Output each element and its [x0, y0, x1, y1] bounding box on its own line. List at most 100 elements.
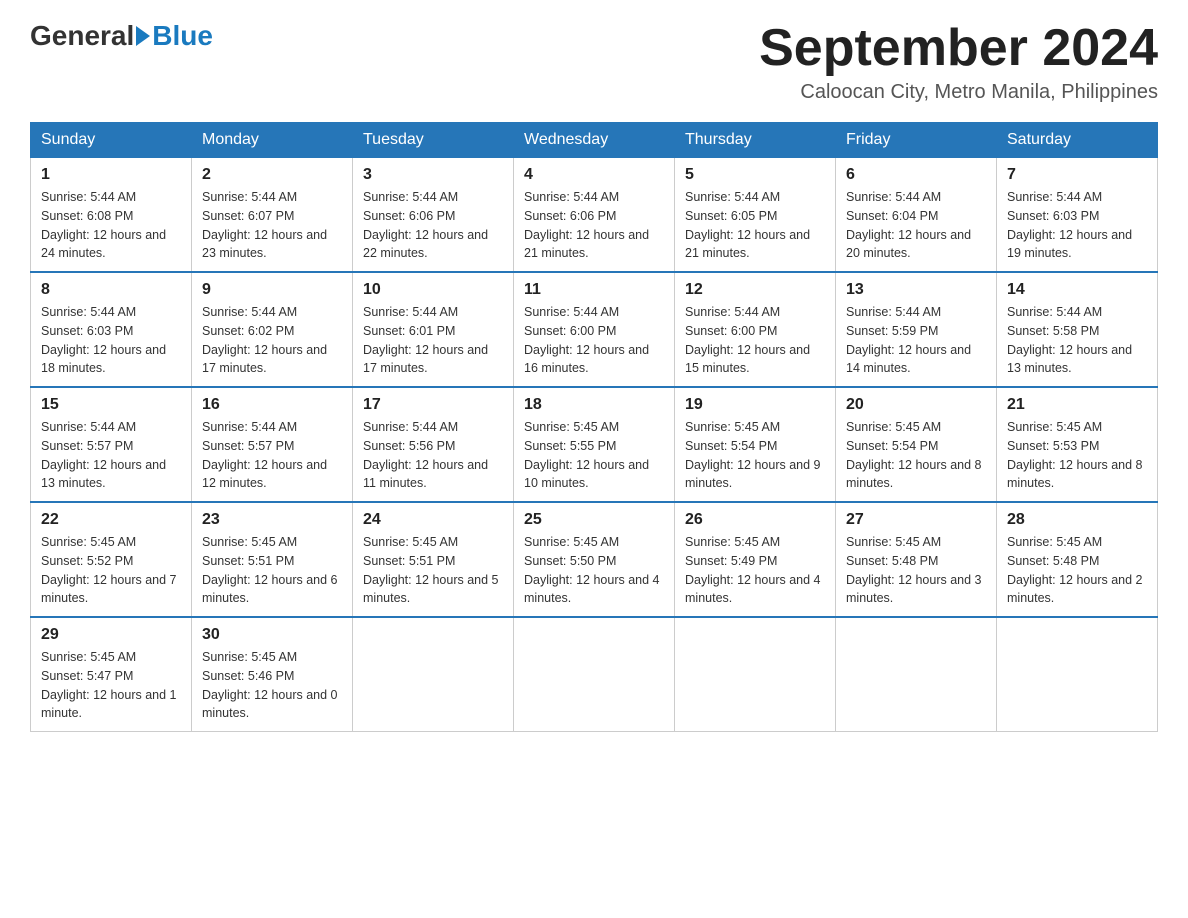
day-info: Sunrise: 5:45 AMSunset: 5:48 PMDaylight:…	[1007, 533, 1147, 608]
day-number: 10	[363, 281, 503, 299]
day-number: 15	[41, 396, 181, 414]
calendar-cell: 10 Sunrise: 5:44 AMSunset: 6:01 PMDayligh…	[353, 272, 514, 387]
day-number: 19	[685, 396, 825, 414]
day-info: Sunrise: 5:45 AMSunset: 5:50 PMDaylight:…	[524, 533, 664, 608]
day-header-sunday: Sunday	[31, 123, 192, 158]
calendar-cell: 9Sunrise: 5:44 AMSunset: 6:02 PMDaylight…	[192, 272, 353, 387]
day-info: Sunrise: 5:44 AMSunset: 6:00 PMDaylight:…	[685, 303, 825, 378]
day-info: Sunrise: 5:44 AMSunset: 6:03 PMDaylight:…	[1007, 188, 1147, 263]
day-number: 2	[202, 166, 342, 184]
day-info: Sunrise: 5:44 AMSunset: 6:03 PMDaylight:…	[41, 303, 181, 378]
page-header: General Blue September 2024 Caloocan Cit…	[30, 20, 1158, 104]
day-info: Sunrise: 5:44 AMSunset: 6:06 PMDaylight:…	[524, 188, 664, 263]
calendar-cell	[836, 617, 997, 732]
calendar-cell: 7 Sunrise: 5:44 AMSunset: 6:03 PMDaylight…	[997, 158, 1158, 273]
day-number: 12	[685, 281, 825, 299]
calendar-cell	[675, 617, 836, 732]
calendar-week-row: 29 Sunrise: 5:45 AMSunset: 5:47 PMDayligh…	[31, 617, 1158, 732]
day-number: 11	[524, 281, 664, 299]
calendar-cell: 27 Sunrise: 5:45 AMSunset: 5:48 PMDayligh…	[836, 502, 997, 617]
calendar-week-row: 22Sunrise: 5:45 AMSunset: 5:52 PMDayligh…	[31, 502, 1158, 617]
day-info: Sunrise: 5:44 AMSunset: 6:01 PMDaylight:…	[363, 303, 503, 378]
day-info: Sunrise: 5:45 AMSunset: 5:48 PMDaylight:…	[846, 533, 986, 608]
day-number: 20	[846, 396, 986, 414]
calendar-cell: 23Sunrise: 5:45 AMSunset: 5:51 PMDayligh…	[192, 502, 353, 617]
calendar-header-row: SundayMondayTuesdayWednesdayThursdayFrid…	[31, 123, 1158, 158]
day-number: 13	[846, 281, 986, 299]
day-info: Sunrise: 5:45 AMSunset: 5:55 PMDaylight:…	[524, 418, 664, 493]
day-info: Sunrise: 5:44 AMSunset: 5:56 PMDaylight:…	[363, 418, 503, 493]
day-number: 21	[1007, 396, 1147, 414]
calendar-cell: 24 Sunrise: 5:45 AMSunset: 5:51 PMDayligh…	[353, 502, 514, 617]
day-info: Sunrise: 5:45 AMSunset: 5:47 PMDaylight:…	[41, 648, 181, 723]
day-info: Sunrise: 5:44 AMSunset: 6:02 PMDaylight:…	[202, 303, 342, 378]
day-info: Sunrise: 5:44 AMSunset: 6:04 PMDaylight:…	[846, 188, 986, 263]
calendar-cell: 3Sunrise: 5:44 AMSunset: 6:06 PMDaylight…	[353, 158, 514, 273]
day-info: Sunrise: 5:45 AMSunset: 5:53 PMDaylight:…	[1007, 418, 1147, 493]
calendar-cell: 8 Sunrise: 5:44 AMSunset: 6:03 PMDaylight…	[31, 272, 192, 387]
calendar-cell: 25 Sunrise: 5:45 AMSunset: 5:50 PMDayligh…	[514, 502, 675, 617]
calendar-cell: 4 Sunrise: 5:44 AMSunset: 6:06 PMDaylight…	[514, 158, 675, 273]
calendar-cell: 21 Sunrise: 5:45 AMSunset: 5:53 PMDayligh…	[997, 387, 1158, 502]
calendar-table: SundayMondayTuesdayWednesdayThursdayFrid…	[30, 122, 1158, 732]
title-block: September 2024 Caloocan City, Metro Mani…	[759, 20, 1158, 104]
day-header-thursday: Thursday	[675, 123, 836, 158]
day-number: 17	[363, 396, 503, 414]
main-title: September 2024	[759, 20, 1158, 77]
day-number: 27	[846, 511, 986, 529]
day-number: 7	[1007, 166, 1147, 184]
day-info: Sunrise: 5:45 AMSunset: 5:46 PMDaylight:…	[202, 648, 342, 723]
calendar-cell: 17 Sunrise: 5:44 AMSunset: 5:56 PMDayligh…	[353, 387, 514, 502]
day-number: 6	[846, 166, 986, 184]
logo: General Blue	[30, 20, 213, 52]
calendar-cell: 12 Sunrise: 5:44 AMSunset: 6:00 PMDayligh…	[675, 272, 836, 387]
day-header-friday: Friday	[836, 123, 997, 158]
day-number: 5	[685, 166, 825, 184]
day-number: 26	[685, 511, 825, 529]
calendar-week-row: 15 Sunrise: 5:44 AMSunset: 5:57 PMDayligh…	[31, 387, 1158, 502]
day-number: 14	[1007, 281, 1147, 299]
day-number: 30	[202, 626, 342, 644]
calendar-cell: 6 Sunrise: 5:44 AMSunset: 6:04 PMDaylight…	[836, 158, 997, 273]
calendar-cell: 2 Sunrise: 5:44 AMSunset: 6:07 PMDaylight…	[192, 158, 353, 273]
day-number: 22	[41, 511, 181, 529]
day-info: Sunrise: 5:45 AMSunset: 5:51 PMDaylight:…	[363, 533, 503, 608]
day-number: 24	[363, 511, 503, 529]
day-number: 4	[524, 166, 664, 184]
calendar-cell: 15 Sunrise: 5:44 AMSunset: 5:57 PMDayligh…	[31, 387, 192, 502]
calendar-cell: 19 Sunrise: 5:45 AMSunset: 5:54 PMDayligh…	[675, 387, 836, 502]
subtitle: Caloocan City, Metro Manila, Philippines	[759, 81, 1158, 104]
calendar-cell	[997, 617, 1158, 732]
calendar-cell: 20Sunrise: 5:45 AMSunset: 5:54 PMDayligh…	[836, 387, 997, 502]
day-info: Sunrise: 5:44 AMSunset: 5:57 PMDaylight:…	[202, 418, 342, 493]
day-info: Sunrise: 5:44 AMSunset: 6:07 PMDaylight:…	[202, 188, 342, 263]
day-info: Sunrise: 5:45 AMSunset: 5:54 PMDaylight:…	[685, 418, 825, 493]
logo-general-text: General	[30, 20, 134, 52]
day-number: 8	[41, 281, 181, 299]
calendar-cell: 29 Sunrise: 5:45 AMSunset: 5:47 PMDayligh…	[31, 617, 192, 732]
day-number: 18	[524, 396, 664, 414]
day-info: Sunrise: 5:44 AMSunset: 6:00 PMDaylight:…	[524, 303, 664, 378]
day-number: 29	[41, 626, 181, 644]
day-info: Sunrise: 5:44 AMSunset: 6:05 PMDaylight:…	[685, 188, 825, 263]
day-header-saturday: Saturday	[997, 123, 1158, 158]
calendar-cell	[514, 617, 675, 732]
day-number: 16	[202, 396, 342, 414]
day-number: 25	[524, 511, 664, 529]
day-info: Sunrise: 5:44 AMSunset: 6:06 PMDaylight:…	[363, 188, 503, 263]
day-info: Sunrise: 5:45 AMSunset: 5:49 PMDaylight:…	[685, 533, 825, 608]
calendar-week-row: 1Sunrise: 5:44 AMSunset: 6:08 PMDaylight…	[31, 158, 1158, 273]
day-header-wednesday: Wednesday	[514, 123, 675, 158]
calendar-cell: 22Sunrise: 5:45 AMSunset: 5:52 PMDayligh…	[31, 502, 192, 617]
day-info: Sunrise: 5:44 AMSunset: 5:57 PMDaylight:…	[41, 418, 181, 493]
day-info: Sunrise: 5:44 AMSunset: 5:59 PMDaylight:…	[846, 303, 986, 378]
calendar-cell: 28 Sunrise: 5:45 AMSunset: 5:48 PMDayligh…	[997, 502, 1158, 617]
calendar-cell: 5 Sunrise: 5:44 AMSunset: 6:05 PMDaylight…	[675, 158, 836, 273]
calendar-cell: 16 Sunrise: 5:44 AMSunset: 5:57 PMDayligh…	[192, 387, 353, 502]
calendar-cell: 18 Sunrise: 5:45 AMSunset: 5:55 PMDayligh…	[514, 387, 675, 502]
day-number: 28	[1007, 511, 1147, 529]
calendar-cell: 1Sunrise: 5:44 AMSunset: 6:08 PMDaylight…	[31, 158, 192, 273]
day-number: 23	[202, 511, 342, 529]
day-info: Sunrise: 5:44 AMSunset: 5:58 PMDaylight:…	[1007, 303, 1147, 378]
logo-blue-text: Blue	[152, 20, 213, 52]
